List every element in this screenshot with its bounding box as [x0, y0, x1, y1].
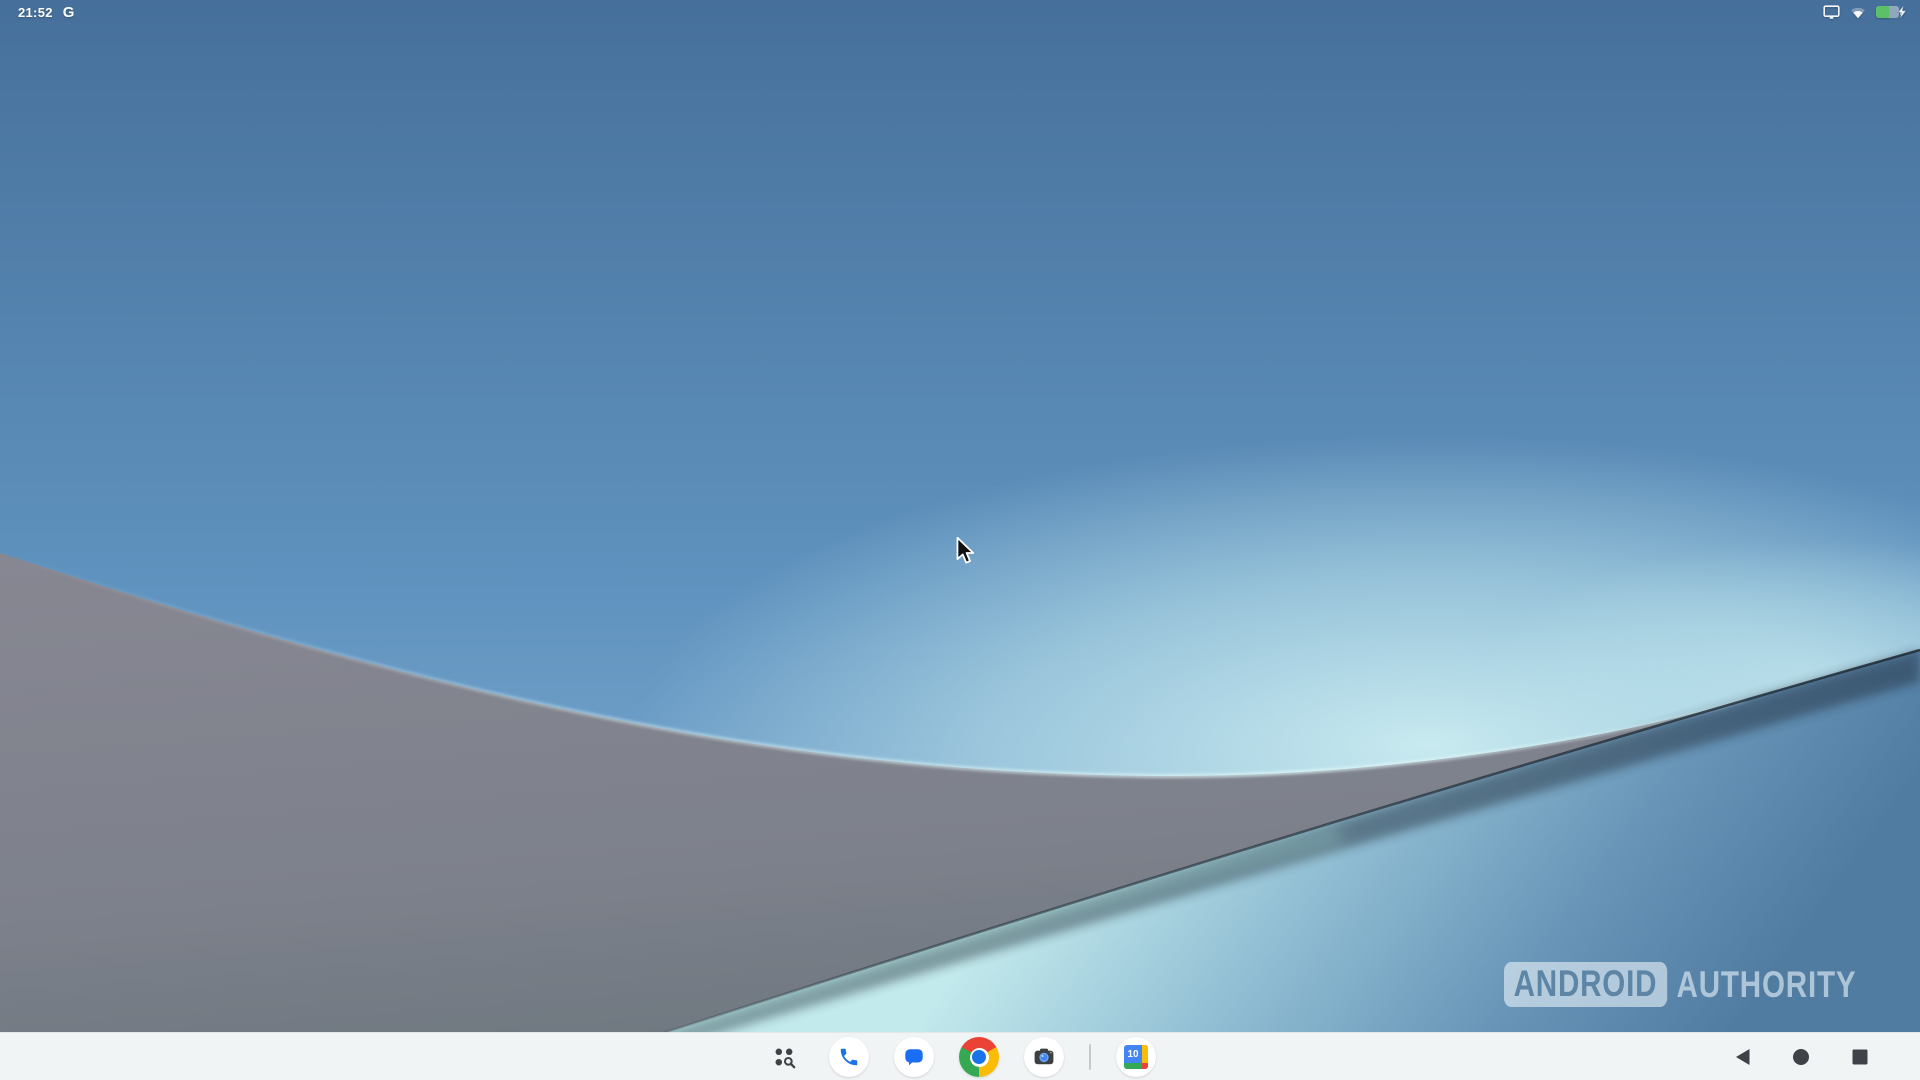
calendar-icon: 10 — [1124, 1045, 1148, 1069]
android-desktop: 21:52 G — [0, 0, 1920, 1080]
camera-icon — [1032, 1045, 1056, 1069]
taskbar-separator — [1089, 1044, 1091, 1070]
battery-icon — [1876, 5, 1906, 19]
app-drawer-button[interactable] — [764, 1037, 804, 1077]
phone-icon — [838, 1046, 860, 1068]
battery-fill — [1876, 6, 1889, 18]
status-bar: 21:52 G — [0, 0, 1920, 24]
chrome-app-button[interactable] — [959, 1037, 999, 1077]
messages-icon — [903, 1046, 925, 1068]
calendar-app-button[interactable]: 10 — [1116, 1037, 1156, 1077]
watermark-android-box: ANDROID — [1504, 962, 1667, 1007]
watermark: ANDROID AUTHORITY — [1504, 962, 1856, 1007]
app-drawer-icon — [771, 1044, 797, 1070]
messages-app-button[interactable] — [894, 1037, 934, 1077]
camera-app-button[interactable] — [1024, 1037, 1064, 1077]
back-icon — [1734, 1048, 1751, 1066]
watermark-authority-text: AUTHORITY — [1677, 966, 1857, 1003]
charging-bolt-icon — [1896, 5, 1908, 19]
status-right-cluster[interactable] — [1823, 5, 1906, 20]
chrome-icon — [959, 1037, 999, 1077]
back-button[interactable] — [1722, 1037, 1762, 1077]
recents-button[interactable] — [1840, 1037, 1880, 1077]
calendar-day-number: 10 — [1124, 1045, 1142, 1063]
calendar-icon-red-corner — [1142, 1063, 1148, 1069]
status-left-cluster[interactable]: 21:52 G — [18, 4, 74, 21]
recents-icon — [1852, 1049, 1868, 1065]
phone-app-button[interactable] — [829, 1037, 869, 1077]
calendar-icon-yellow-bar — [1142, 1045, 1148, 1063]
taskbar: 10 — [0, 1032, 1920, 1080]
google-g-icon: G — [63, 4, 75, 21]
navigation-buttons — [1722, 1033, 1880, 1080]
watermark-android-text: ANDROID — [1514, 963, 1658, 1004]
external-display-icon — [1823, 5, 1840, 20]
taskbar-app-row: 10 — [764, 1033, 1156, 1080]
clock: 21:52 — [18, 5, 53, 20]
wifi-icon — [1849, 5, 1867, 19]
home-button[interactable] — [1781, 1037, 1821, 1077]
home-icon — [1792, 1048, 1810, 1066]
mouse-cursor — [955, 537, 979, 572]
calendar-icon-green-bar — [1124, 1063, 1142, 1069]
